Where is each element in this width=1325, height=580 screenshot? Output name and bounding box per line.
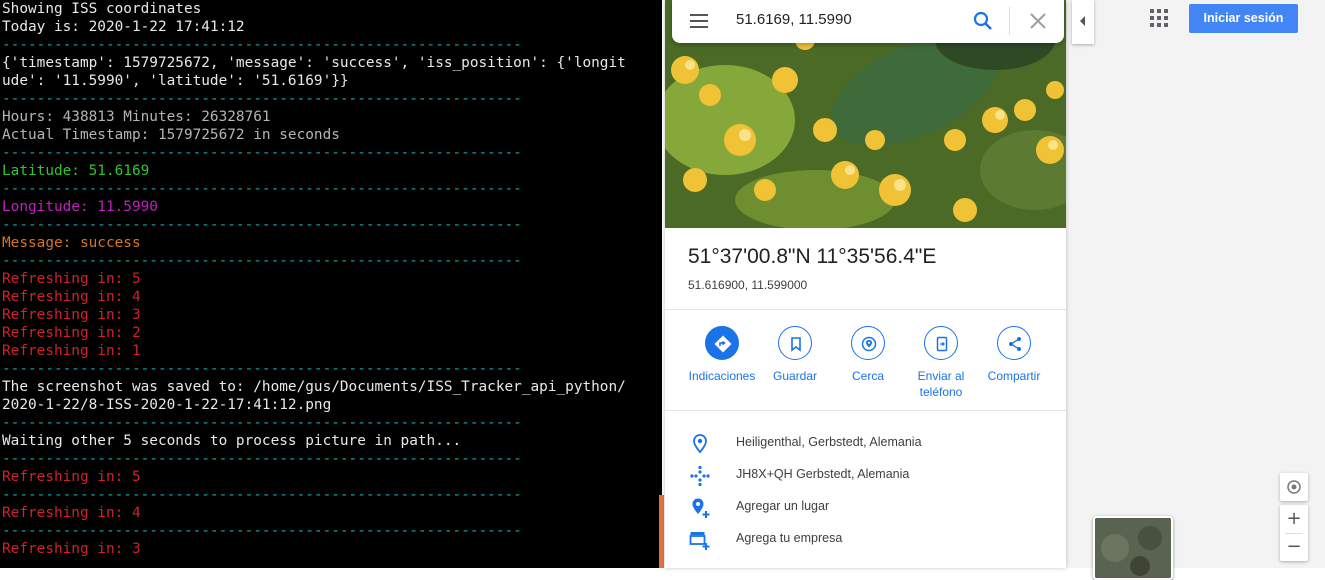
menu-icon[interactable]: [690, 14, 710, 28]
directions-label: Indicaciones: [688, 369, 756, 383]
terminal-line: Refreshing in: 1: [2, 343, 141, 359]
terminal-scrollbar[interactable]: [659, 495, 664, 568]
terminal-line: Refreshing in: 4: [2, 505, 141, 521]
address-text: Heiligenthal, Gerbstedt, Alemania: [736, 435, 922, 449]
signin-button[interactable]: Iniciar sesión: [1189, 4, 1298, 33]
terminal-line: {'timestamp': 1579725672, 'message': 'su…: [2, 55, 626, 71]
directions-icon: [714, 335, 732, 353]
terminal-separator: ----------------------------------------…: [2, 37, 522, 53]
location-pin-icon: [693, 434, 707, 454]
nearby-icon: [861, 336, 877, 352]
terminal-separator: ----------------------------------------…: [2, 415, 522, 431]
add-business-icon: [689, 532, 710, 550]
terminal-separator: ----------------------------------------…: [2, 361, 522, 377]
my-location-icon: [1287, 480, 1301, 494]
plus-code-icon: [690, 465, 710, 487]
place-decimal-coordinates: 51.616900, 11.599000: [688, 278, 808, 292]
terminal-line: Today is: 2020-1-22 17:41:12: [2, 19, 245, 35]
add-place-row[interactable]: Agregar un lugar: [665, 491, 1066, 523]
nearby-label: Cerca: [851, 369, 884, 383]
terminal-separator: ----------------------------------------…: [2, 91, 522, 107]
search-separator: [1009, 7, 1010, 35]
terminal-separator: ----------------------------------------…: [2, 181, 522, 197]
terminal-line: Showing ISS coordinates: [2, 1, 202, 17]
add-place-icon: [692, 498, 710, 518]
terminal-line: Refreshing in: 5: [2, 469, 141, 485]
terminal-window[interactable]: Showing ISS coordinates Today is: 2020-1-…: [0, 0, 662, 568]
zoom-controls: + −: [1280, 505, 1308, 561]
terminal-separator: ----------------------------------------…: [2, 451, 522, 467]
terminal-line: Latitude: 51.6169: [2, 163, 150, 179]
my-location-button[interactable]: [1280, 473, 1308, 501]
search-box: 51.6169, 11.5990: [672, 0, 1064, 43]
terminal-line: Refreshing in: 3: [2, 541, 141, 557]
place-details-panel: 51°37'00.8"N 11°35'56.4"E 51.616900, 11.…: [665, 0, 1066, 568]
terminal-line: Refreshing in: 3: [2, 307, 141, 323]
share-button[interactable]: Compartir: [974, 326, 1054, 384]
share-icon: [1009, 337, 1021, 351]
terminal-line: The screenshot was saved to: /home/gus/D…: [2, 379, 626, 395]
collapse-panel-button[interactable]: [1072, 0, 1094, 44]
zoom-in-button[interactable]: +: [1280, 505, 1308, 533]
terminal-separator: ----------------------------------------…: [2, 487, 522, 503]
satellite-layer-toggle[interactable]: [1093, 516, 1173, 580]
search-input[interactable]: 51.6169, 11.5990: [736, 11, 852, 28]
terminal-line: 2020-1-22/8-ISS-2020-1-22-17:41:12.png: [2, 397, 332, 413]
google-apps-icon[interactable]: [1150, 9, 1168, 27]
terminal-line: Refreshing in: 2: [2, 325, 141, 341]
terminal-line: Waiting other 5 seconds to process pictu…: [2, 433, 462, 449]
terminal-line: Message: success: [2, 235, 141, 251]
add-place-text: Agregar un lugar: [736, 499, 830, 513]
terminal-separator: ----------------------------------------…: [2, 253, 522, 269]
share-label: Compartir: [987, 369, 1041, 383]
satellite-thumbnail: [1095, 518, 1171, 578]
bookmark-icon: [791, 337, 801, 352]
divider: [665, 410, 1066, 411]
place-title: 51°37'00.8"N 11°35'56.4"E: [688, 245, 937, 268]
terminal-line: Longitude: 11.5990: [2, 199, 158, 215]
zoom-out-button[interactable]: −: [1280, 533, 1308, 561]
nearby-button[interactable]: Cerca: [828, 326, 908, 384]
send-to-phone-button[interactable]: Enviar al teléfono: [901, 326, 981, 400]
terminal-separator: ----------------------------------------…: [2, 145, 522, 161]
divider: [665, 309, 1066, 310]
send-to-phone-label: Enviar al teléfono: [917, 369, 965, 399]
close-icon[interactable]: [1027, 10, 1049, 32]
terminal-line: ude': '11.5990', 'latitude': '51.6169'}}: [2, 73, 349, 89]
terminal-line: Actual Timestamp: 1579725672 in seconds: [2, 127, 340, 143]
terminal-line: Hours: 438813 Minutes: 26328761: [2, 109, 271, 125]
chevron-left-icon: [1080, 16, 1085, 26]
search-icon[interactable]: [972, 10, 994, 32]
terminal-separator: ----------------------------------------…: [2, 523, 522, 539]
terminal-line: Refreshing in: 4: [2, 289, 141, 305]
address-row[interactable]: Heiligenthal, Gerbstedt, Alemania: [665, 427, 1066, 459]
send-to-phone-icon: [936, 336, 948, 352]
terminal-line: Refreshing in: 5: [2, 271, 141, 287]
terminal-separator: ----------------------------------------…: [2, 217, 522, 233]
add-business-text: Agrega tu empresa: [736, 531, 843, 545]
plus-code-row[interactable]: JH8X+QH Gerbstedt, Alemania: [665, 459, 1066, 491]
directions-button[interactable]: Indicaciones: [682, 326, 762, 384]
plus-code-text: JH8X+QH Gerbstedt, Alemania: [736, 467, 910, 481]
add-business-row[interactable]: Agrega tu empresa: [665, 523, 1066, 555]
save-label: Guardar: [772, 369, 818, 383]
save-button[interactable]: Guardar: [755, 326, 835, 384]
